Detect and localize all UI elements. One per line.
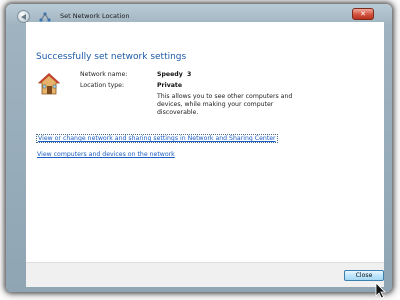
network-sharing-center-link[interactable]: View or change network and sharing setti… [36,134,278,143]
mouse-cursor-icon [375,282,386,299]
page-heading: Successfully set network settings [36,52,187,62]
dialog-footer [26,262,384,287]
network-name-label: Network name: [80,71,128,78]
location-type-value: Private [157,82,183,89]
view-computers-link[interactable]: View computers and devices on the networ… [37,151,175,158]
house-icon [38,73,60,95]
close-icon: ✕ [360,10,366,18]
location-description: This allows you to see other computers a… [157,93,293,116]
window-close-button[interactable]: ✕ [352,8,374,20]
network-name-value: Speedy 3 [157,71,192,78]
location-type-label: Location type: [80,82,125,89]
close-button[interactable]: Close [344,270,384,281]
network-icon [39,12,51,22]
window-title: Set Network Location [60,12,130,20]
